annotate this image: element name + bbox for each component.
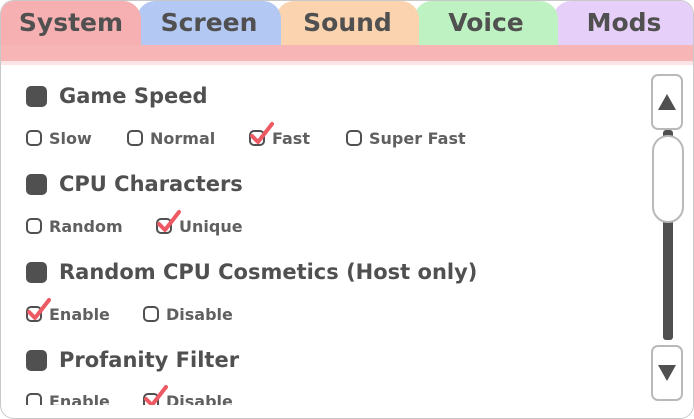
option-label: Super Fast [369, 128, 466, 148]
option-label: Enable [49, 391, 110, 406]
tab-system[interactable]: System [1, 1, 141, 47]
scrollbar[interactable] [651, 71, 687, 411]
triangle-down-icon [658, 365, 676, 381]
section-bullet-icon [26, 85, 47, 107]
section-title: Random CPU Cosmetics (Host only) [59, 260, 478, 284]
section-header-game-speed: Game Speed [26, 82, 208, 110]
section-bullet-icon [26, 173, 47, 195]
option-disable[interactable]: Disable [143, 303, 233, 325]
option-enable[interactable]: Enable [26, 390, 110, 405]
checkbox[interactable] [346, 130, 362, 146]
section-header-random-cpu-cosmetics: Random CPU Cosmetics (Host only) [26, 258, 477, 286]
option-fast[interactable]: Fast [249, 122, 310, 149]
section-bullet-icon [26, 261, 47, 283]
triangle-up-icon [658, 94, 676, 110]
section-header-cpu-characters: CPU Characters [26, 170, 243, 198]
option-label: Enable [49, 304, 110, 324]
checkbox[interactable] [143, 385, 168, 405]
checkbox[interactable] [26, 130, 42, 146]
option-normal[interactable]: Normal [127, 127, 215, 149]
option-slow[interactable]: Slow [26, 127, 92, 149]
option-label: Normal [150, 128, 216, 148]
scroll-thumb[interactable] [652, 135, 684, 223]
option-label: Disable [166, 304, 233, 324]
checkbox[interactable] [26, 393, 42, 405]
checkbox[interactable] [127, 130, 143, 146]
checkbox[interactable] [156, 210, 181, 234]
tab-label: Screen [160, 7, 258, 37]
section-bullet-icon [26, 349, 47, 371]
tab-label: System [18, 7, 124, 37]
section-header-profanity-filter: Profanity Filter [26, 346, 239, 374]
settings-window: System Screen Sound Voice Mods Game Spee… [0, 0, 694, 419]
tab-label: Voice [448, 7, 524, 37]
settings-list: Game Speed Slow Normal Fast Super Fast C… [1, 65, 641, 405]
option-random[interactable]: Random [26, 215, 123, 237]
section-title: Profanity Filter [59, 348, 240, 372]
tab-label: Mods [586, 7, 662, 37]
option-super-fast[interactable]: Super Fast [346, 127, 466, 149]
option-label: Disable [166, 391, 233, 406]
option-label: Slow [49, 128, 92, 148]
tab-bar: System Screen Sound Voice Mods [1, 1, 693, 47]
checkbox[interactable] [26, 298, 51, 322]
option-label: Random [49, 216, 123, 236]
scroll-down-button[interactable] [651, 345, 683, 401]
divider [1, 61, 693, 65]
section-title: CPU Characters [59, 172, 243, 196]
tab-mods[interactable]: Mods [553, 1, 693, 47]
scroll-up-button[interactable] [651, 74, 683, 130]
checkbox[interactable] [143, 306, 159, 322]
option-label: Unique [179, 216, 243, 236]
tab-label: Sound [303, 7, 392, 37]
tab-voice[interactable]: Voice [414, 1, 558, 47]
tab-sound[interactable]: Sound [276, 1, 419, 47]
option-disable[interactable]: Disable [143, 385, 233, 406]
option-unique[interactable]: Unique [156, 210, 243, 237]
checkbox[interactable] [249, 122, 274, 146]
option-enable[interactable]: Enable [26, 298, 110, 325]
tab-screen[interactable]: Screen [137, 1, 281, 47]
option-label: Fast [272, 128, 310, 148]
section-title: Game Speed [59, 84, 208, 108]
active-tab-underline [1, 45, 693, 61]
checkbox[interactable] [26, 218, 42, 234]
